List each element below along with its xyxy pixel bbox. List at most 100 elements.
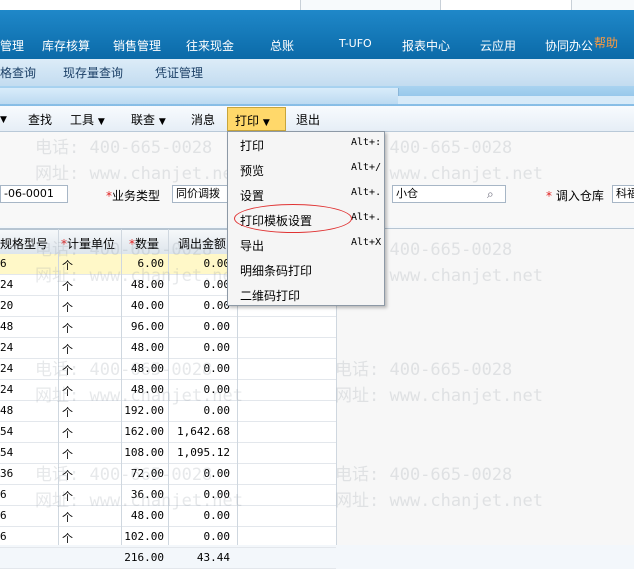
cell-unit[interactable]: 个 bbox=[62, 425, 118, 441]
cell-spec[interactable]: 6 bbox=[0, 509, 56, 522]
main-menu-item-manage[interactable]: 管理 bbox=[0, 37, 24, 54]
cell-spec[interactable]: 24 bbox=[0, 383, 56, 396]
cell-qty[interactable]: 108.00 bbox=[121, 446, 164, 459]
in-warehouse-field[interactable]: 科福 bbox=[612, 185, 634, 203]
cell-spec[interactable]: 24 bbox=[0, 278, 56, 291]
cell-spec[interactable]: 6 bbox=[0, 257, 56, 270]
col-header-amount[interactable]: 调出金额 bbox=[178, 235, 226, 252]
cell-amount[interactable]: 1,095.12 bbox=[168, 446, 230, 459]
col-header-qty[interactable]: *数量 bbox=[129, 235, 159, 252]
cell-amount[interactable]: 0.00 bbox=[168, 509, 231, 522]
print-button[interactable]: 打印 ▼ bbox=[227, 107, 286, 131]
main-menu-item-sales[interactable]: 销售管理 bbox=[113, 37, 161, 54]
main-menu-item-reports[interactable]: 报表中心 bbox=[402, 37, 450, 54]
biz-type-select[interactable]: 同价调拨 bbox=[172, 185, 228, 203]
main-menu-item-cloud[interactable]: 云应用 bbox=[480, 37, 516, 54]
cell-amount[interactable]: 0.00 bbox=[168, 320, 231, 333]
print-label: 打印 bbox=[235, 114, 260, 128]
cell-unit[interactable]: 个 bbox=[62, 320, 118, 336]
cell-amount[interactable]: 0.00 bbox=[168, 278, 231, 291]
cell-qty[interactable]: 102.00 bbox=[121, 530, 164, 543]
exit-button[interactable]: 退出 bbox=[296, 111, 320, 128]
search-icon[interactable]: ⌕ bbox=[487, 187, 494, 202]
main-menu-item-tufo[interactable]: T-UFO bbox=[339, 37, 372, 50]
main-menu-item-ledger[interactable]: 总账 bbox=[270, 37, 294, 54]
sub-menu-stock-query[interactable]: 现存量查询 bbox=[63, 64, 123, 81]
cell-spec[interactable]: 6 bbox=[0, 530, 56, 543]
cell-spec[interactable]: 54 bbox=[0, 425, 56, 438]
menu-item-qrcode-print[interactable]: 二维码打印 bbox=[228, 282, 384, 307]
cell-qty[interactable]: 48.00 bbox=[121, 509, 164, 522]
cell-qty[interactable]: 216.00 bbox=[121, 551, 164, 564]
cell-qty[interactable]: 36.00 bbox=[121, 488, 164, 501]
main-menu-item-inventory-accounting[interactable]: 库存核算 bbox=[42, 37, 90, 54]
out-warehouse-value: 小仓 bbox=[396, 187, 418, 200]
cell-unit[interactable]: 个 bbox=[62, 383, 118, 399]
cell-qty[interactable]: 48.00 bbox=[121, 278, 164, 291]
cell-unit[interactable]: 个 bbox=[62, 467, 118, 483]
menu-item-print[interactable]: 打印 Alt+: bbox=[228, 132, 384, 157]
cell-amount[interactable]: 0.00 bbox=[168, 341, 231, 354]
main-menu-item-collab[interactable]: 协同办公 bbox=[545, 37, 593, 54]
doc-number-field[interactable]: -06-0001 bbox=[0, 185, 68, 203]
cell-spec[interactable]: 54 bbox=[0, 446, 56, 459]
cell-spec[interactable]: 6 bbox=[0, 488, 56, 501]
cell-amount[interactable]: 0.00 bbox=[168, 257, 231, 270]
cell-unit[interactable]: 个 bbox=[62, 257, 118, 273]
cell-unit[interactable]: 个 bbox=[62, 299, 118, 315]
tools-button[interactable]: 工具 ▼ bbox=[70, 111, 105, 128]
cell-qty[interactable]: 48.00 bbox=[121, 341, 164, 354]
sub-menu-voucher[interactable]: 凭证管理 bbox=[155, 64, 203, 81]
cell-spec[interactable]: 20 bbox=[0, 299, 56, 312]
cell-qty[interactable]: 162.00 bbox=[121, 425, 164, 438]
menu-item-barcode-print[interactable]: 明细条码打印 bbox=[228, 257, 384, 282]
annotation-ellipse bbox=[234, 204, 352, 233]
cell-unit[interactable]: 个 bbox=[62, 362, 118, 378]
col-header-spec[interactable]: 规格型号 bbox=[0, 235, 48, 252]
cell-amount[interactable]: 0.00 bbox=[168, 530, 231, 543]
title-input-box bbox=[0, 0, 301, 10]
col-header-unit[interactable]: *计量单位 bbox=[61, 235, 115, 252]
sub-menu-spec-query[interactable]: 格查询 bbox=[0, 64, 36, 81]
cell-unit[interactable]: 个 bbox=[62, 278, 118, 294]
menu-item-settings[interactable]: 设置 Alt+. bbox=[228, 182, 384, 207]
cell-spec[interactable]: 36 bbox=[0, 467, 56, 480]
chevron-down-icon[interactable]: ▼ bbox=[0, 111, 7, 125]
cell-amount[interactable]: 43.44 bbox=[168, 551, 230, 564]
col-divider bbox=[58, 229, 59, 545]
document-tab[interactable] bbox=[0, 88, 399, 104]
menu-item-export[interactable]: 导出 Alt+X bbox=[228, 232, 384, 257]
cell-unit[interactable]: 个 bbox=[62, 488, 118, 504]
cell-amount[interactable]: 0.00 bbox=[168, 362, 231, 375]
cell-amount[interactable]: 1,642.68 bbox=[168, 425, 230, 438]
query-button[interactable]: 联查 ▼ bbox=[131, 111, 166, 128]
main-menu-item-cash[interactable]: 往来现金 bbox=[186, 37, 234, 54]
help-link[interactable]: 帮助 bbox=[594, 34, 618, 51]
cell-amount[interactable]: 0.00 bbox=[168, 299, 231, 312]
cell-spec[interactable]: 24 bbox=[0, 341, 56, 354]
cell-qty[interactable]: 40.00 bbox=[121, 299, 164, 312]
cell-spec[interactable]: 48 bbox=[0, 404, 56, 417]
sub-menu-bar: 格查询 现存量查询 凭证管理 bbox=[0, 59, 634, 87]
cell-unit[interactable]: 个 bbox=[62, 404, 118, 420]
cell-qty[interactable]: 48.00 bbox=[121, 383, 164, 396]
cell-spec[interactable]: 48 bbox=[0, 320, 56, 333]
cell-unit[interactable]: 个 bbox=[62, 509, 118, 525]
cell-qty[interactable]: 6.00 bbox=[121, 257, 165, 270]
menu-item-preview[interactable]: 预览 Alt+/ bbox=[228, 157, 384, 182]
cell-amount[interactable]: 0.00 bbox=[168, 488, 231, 501]
cell-qty[interactable]: 192.00 bbox=[121, 404, 164, 417]
cell-amount[interactable]: 0.00 bbox=[168, 404, 231, 417]
cell-qty[interactable]: 72.00 bbox=[121, 467, 164, 480]
table-row[interactable]: 216.00 43.44 bbox=[0, 548, 336, 569]
cell-unit[interactable]: 个 bbox=[62, 530, 118, 546]
cell-qty[interactable]: 48.00 bbox=[121, 362, 164, 375]
cell-unit[interactable]: 个 bbox=[62, 341, 118, 357]
message-button[interactable]: 消息 bbox=[191, 111, 215, 128]
cell-spec[interactable]: 24 bbox=[0, 362, 56, 375]
cell-amount[interactable]: 0.00 bbox=[168, 383, 231, 396]
cell-qty[interactable]: 96.00 bbox=[121, 320, 164, 333]
find-button[interactable]: 查找 bbox=[28, 111, 52, 128]
cell-unit[interactable]: 个 bbox=[62, 446, 118, 462]
cell-amount[interactable]: 0.00 bbox=[168, 467, 231, 480]
